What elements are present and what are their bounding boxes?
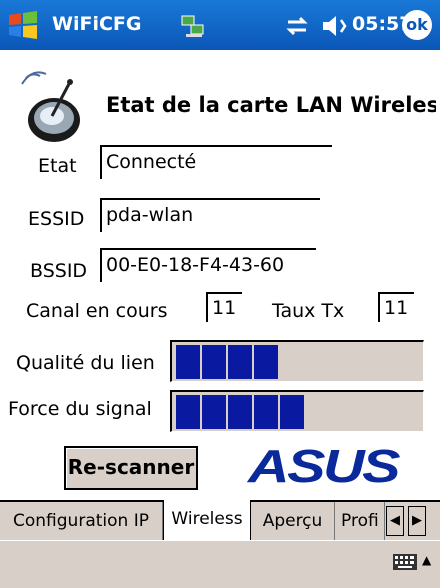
svg-text:ASUS: ASUS (247, 444, 401, 490)
windows-start-icon[interactable] (6, 9, 40, 41)
connectivity-icon[interactable] (282, 14, 312, 38)
bssid-label: BSSID (30, 260, 88, 282)
tab-wireless[interactable]: Wireless (163, 500, 251, 540)
asus-logo-art: ASUS (247, 440, 403, 492)
tab-configuration-ip[interactable]: Configuration IP (0, 502, 163, 540)
tab-scroll-right-icon[interactable]: ▶ (408, 506, 426, 536)
etat-field: Connecté (100, 145, 332, 179)
title-bar: WiFiCFG 05:57 ok (0, 0, 440, 50)
bar-segment (254, 395, 278, 429)
signal-strength-bar (170, 390, 424, 432)
bar-segment (202, 345, 226, 379)
bar-segment (176, 345, 200, 379)
asus-logo: ASUS (246, 440, 406, 501)
bar-segment (254, 345, 278, 379)
canal-label: Canal en cours (26, 300, 168, 322)
bar-segment (280, 395, 304, 429)
qualite-label: Qualité du lien (16, 352, 155, 374)
link-quality-bar (170, 340, 424, 382)
input-menu-arrow-icon[interactable]: ▲ (422, 553, 431, 567)
volume-icon[interactable] (320, 13, 350, 39)
tab-profil[interactable]: Profi (335, 502, 385, 540)
page-title: Etat de la carte LAN Wireles (106, 93, 436, 117)
essid-label: ESSID (28, 208, 85, 230)
bar-segment (176, 395, 200, 429)
tab-bar: Configuration IP Wireless Aperçu Profi ◀… (0, 500, 440, 542)
bar-segment (228, 345, 252, 379)
ok-button[interactable]: ok (402, 10, 432, 40)
wireless-card-icon (20, 68, 82, 148)
keyboard-icon[interactable] (392, 551, 418, 573)
tab-apercu[interactable]: Aperçu (251, 502, 335, 540)
canal-field: 11 (206, 292, 242, 322)
rescan-button[interactable]: Re-scanner (64, 446, 198, 490)
etat-label: Etat (38, 155, 77, 177)
force-label: Force du signal (8, 398, 152, 420)
essid-field: pda-wlan (100, 198, 320, 232)
bssid-field: 00-E0-18-F4-43-60 (100, 248, 316, 282)
bar-segment (202, 395, 226, 429)
app-title: WiFiCFG (52, 13, 142, 35)
tab-scroll-left-icon[interactable]: ◀ (386, 506, 404, 536)
taux-label: Taux Tx (272, 300, 345, 322)
bar-segment (228, 395, 252, 429)
taux-field: 11 (378, 292, 414, 322)
network-icon[interactable] (180, 14, 206, 38)
command-bar: ▲ (0, 540, 440, 588)
